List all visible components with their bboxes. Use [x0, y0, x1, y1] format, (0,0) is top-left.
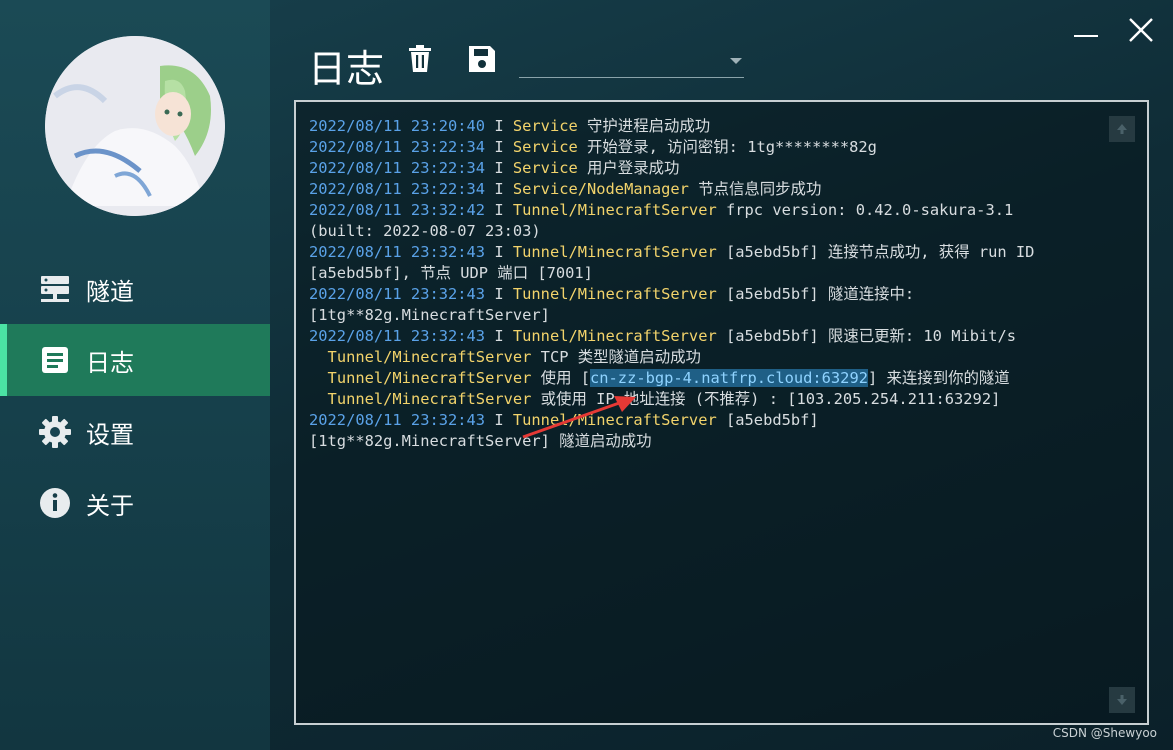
minimize-button[interactable] [1070, 16, 1102, 48]
log-source: Service [512, 159, 578, 177]
log-line: 2022/08/11 23:20:40 I Service 守护进程启动成功 [309, 116, 1109, 137]
document-icon [38, 343, 72, 377]
trash-icon [406, 44, 434, 78]
log-timestamp: 2022/08/11 23:32:43 [309, 285, 486, 303]
close-icon [1127, 16, 1155, 48]
scroll-top-button[interactable] [1109, 116, 1135, 142]
log-source: Tunnel/MinecraftServer [512, 411, 717, 429]
sidebar-item-log[interactable]: 日志 [0, 324, 270, 396]
log-line: 2022/08/11 23:32:43 I Tunnel/MinecraftSe… [309, 326, 1109, 347]
sidebar-item-about[interactable]: 关于 [0, 467, 270, 539]
log-message: [1tg**82g.MinecraftServer] 隧道启动成功 [309, 432, 652, 450]
log-line: Tunnel/MinecraftServer TCP 类型隧道启动成功 [309, 347, 1109, 368]
log-message: 使用 [ [531, 369, 590, 387]
log-level: I [485, 159, 513, 177]
log-line: 2022/08/11 23:22:34 I Service 用户登录成功 [309, 158, 1109, 179]
chevron-down-icon [730, 58, 742, 64]
log-line: 2022/08/11 23:32:42 I Tunnel/MinecraftSe… [309, 200, 1109, 221]
log-message: 用户登录成功 [577, 159, 680, 177]
active-indicator [0, 324, 7, 396]
page-title: 日志 [308, 47, 385, 91]
log-message: 守护进程启动成功 [577, 117, 711, 135]
arrow-down-icon [1116, 691, 1128, 710]
log-message: [a5ebd5bf] 隧道连接中: [716, 285, 915, 303]
sidebar: 隧道 日志 设置 关于 [0, 0, 270, 750]
save-icon [467, 44, 497, 78]
log-source: Tunnel/MinecraftServer [327, 369, 532, 387]
log-message: [a5ebd5bf] 连接节点成功, 获得 run ID [716, 243, 1035, 261]
log-message: frpc version: 0.42.0-sakura-3.1 [716, 201, 1014, 219]
arrow-up-icon [1116, 120, 1128, 139]
sidebar-item-settings[interactable]: 设置 [0, 396, 270, 468]
log-message: [1tg**82g.MinecraftServer] [309, 306, 550, 324]
log-line: 2022/08/11 23:32:43 I Tunnel/MinecraftSe… [309, 410, 1109, 431]
info-icon [38, 486, 72, 520]
log-timestamp: 2022/08/11 23:32:43 [309, 411, 486, 429]
avatar[interactable] [45, 36, 225, 216]
save-log-button[interactable] [465, 44, 499, 78]
log-timestamp: 2022/08/11 23:32:42 [309, 201, 486, 219]
log-message: 开始登录, 访问密钥: 1tg********82g [577, 138, 877, 156]
log-level: I [485, 327, 513, 345]
watermark: CSDN @Shewyoo [1052, 726, 1157, 740]
log-source: Service [512, 138, 578, 156]
server-icon [38, 272, 72, 306]
tunnel-filter-dropdown[interactable] [519, 44, 744, 78]
log-line: Tunnel/MinecraftServer 或使用 IP 地址连接 (不推荐)… [309, 389, 1109, 410]
log-source: Tunnel/MinecraftServer [327, 348, 532, 366]
close-button[interactable] [1125, 16, 1157, 48]
sidebar-item-label: 设置 [86, 420, 134, 449]
log-line: (built: 2022-08-07 23:03) [309, 221, 1109, 242]
main-panel: 日志 2022/08/11 23:20:40 I Service 守护进程启动成… [270, 0, 1173, 750]
log-message: (built: 2022-08-07 23:03) [309, 222, 541, 240]
log-timestamp: 2022/08/11 23:22:34 [309, 138, 486, 156]
log-line: 2022/08/11 23:32:43 I Tunnel/MinecraftSe… [309, 242, 1109, 263]
log-line: [1tg**82g.MinecraftServer] [309, 305, 1109, 326]
log-level: I [485, 117, 513, 135]
log-source: Tunnel/MinecraftServer [512, 243, 717, 261]
sidebar-item-label: 关于 [86, 491, 134, 520]
log-panel[interactable]: 2022/08/11 23:20:40 I Service 守护进程启动成功 20… [294, 100, 1149, 725]
log-source: Tunnel/MinecraftServer [512, 327, 717, 345]
log-source: Tunnel/MinecraftServer [327, 390, 532, 408]
log-level: I [485, 180, 513, 198]
log-timestamp: 2022/08/11 23:22:34 [309, 180, 486, 198]
minimize-icon [1073, 17, 1099, 47]
log-level: I [485, 285, 513, 303]
log-level: I [485, 411, 513, 429]
log-timestamp: 2022/08/11 23:32:43 [309, 243, 486, 261]
log-timestamp: 2022/08/11 23:20:40 [309, 117, 486, 135]
log-source: Tunnel/MinecraftServer [512, 285, 717, 303]
log-level: I [485, 243, 513, 261]
scroll-bottom-button[interactable] [1109, 687, 1135, 713]
log-message: [a5ebd5bf], 节点 UDP 端口 [7001] [309, 264, 593, 282]
log-source: Service [512, 117, 578, 135]
log-source: Tunnel/MinecraftServer [512, 201, 717, 219]
log-source: Service/NodeManager [512, 180, 689, 198]
log-line: Tunnel/MinecraftServer 使用 [cn-zz-bgp-4.n… [309, 368, 1109, 389]
gear-icon [38, 415, 72, 449]
log-message: [a5ebd5bf] 限速已更新: 10 Mibit/s [716, 327, 1017, 345]
sidebar-item-label: 隧道 [86, 277, 134, 306]
log-timestamp: 2022/08/11 23:22:34 [309, 159, 486, 177]
log-message: 节点信息同步成功 [688, 180, 822, 198]
log-line: 2022/08/11 23:22:34 I Service/NodeManage… [309, 179, 1109, 200]
selected-address: cn-zz-bgp-4.natfrp.cloud:63292 [590, 369, 868, 387]
sidebar-item-label: 日志 [86, 348, 134, 377]
log-message: ] 来连接到你的隧道 [867, 369, 1010, 387]
log-level: I [485, 138, 513, 156]
log-message: [a5ebd5bf] [716, 411, 819, 429]
log-line: 2022/08/11 23:22:34 I Service 开始登录, 访问密钥… [309, 137, 1109, 158]
sidebar-item-tunnel[interactable]: 隧道 [0, 253, 270, 325]
log-line: [a5ebd5bf], 节点 UDP 端口 [7001] [309, 263, 1109, 284]
log-line: 2022/08/11 23:32:43 I Tunnel/MinecraftSe… [309, 284, 1109, 305]
log-level: I [485, 201, 513, 219]
log-timestamp: 2022/08/11 23:32:43 [309, 327, 486, 345]
log-message: 或使用 IP 地址连接 (不推荐) : [103.205.254.211:632… [531, 390, 1001, 408]
log-message: TCP 类型隧道启动成功 [531, 348, 701, 366]
log-content: 2022/08/11 23:20:40 I Service 守护进程启动成功 20… [309, 116, 1109, 452]
clear-log-button[interactable] [403, 44, 437, 78]
log-line: [1tg**82g.MinecraftServer] 隧道启动成功 [309, 431, 1109, 452]
